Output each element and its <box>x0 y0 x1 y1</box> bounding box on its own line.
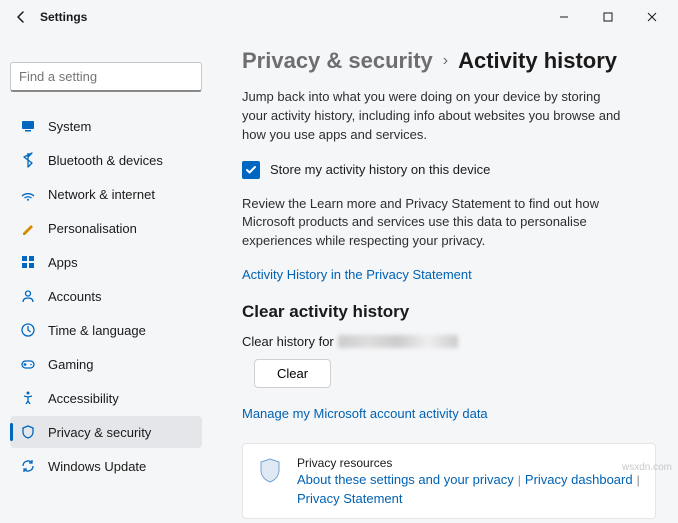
sidebar-item-label: Apps <box>48 255 78 270</box>
gaming-icon <box>20 356 36 372</box>
minimize-button[interactable] <box>542 2 586 32</box>
intro-text: Jump back into what you were doing on yo… <box>242 88 622 145</box>
search-input[interactable] <box>19 69 195 84</box>
maximize-button[interactable] <box>586 2 630 32</box>
update-icon <box>20 458 36 474</box>
sidebar-item-apps[interactable]: Apps <box>10 246 202 278</box>
accessibility-icon <box>20 390 36 406</box>
sidebar-item-accessibility[interactable]: Accessibility <box>10 382 202 414</box>
close-icon <box>647 12 657 22</box>
store-history-label: Store my activity history on this device <box>270 162 490 177</box>
store-history-checkbox[interactable] <box>242 161 260 179</box>
personalisation-icon <box>20 220 36 236</box>
privacy-resources-links: About these settings and your privacy | … <box>297 472 641 506</box>
network-icon <box>20 186 36 202</box>
system-icon <box>20 118 36 134</box>
about-settings-link[interactable]: About these settings and your privacy <box>297 472 514 487</box>
privacy-resources-body: Privacy resources About these settings a… <box>297 456 641 506</box>
bluetooth-icon <box>20 152 36 168</box>
sidebar-item-label: Time & language <box>48 323 146 338</box>
window-title: Settings <box>40 10 87 24</box>
privacy-resources-title: Privacy resources <box>297 456 641 470</box>
sidebar-item-privacy-security[interactable]: Privacy & security <box>10 416 202 448</box>
sidebar: System Bluetooth & devices Network & int… <box>0 34 212 523</box>
window-controls <box>542 2 674 32</box>
sidebar-item-personalisation[interactable]: Personalisation <box>10 212 202 244</box>
clear-button[interactable]: Clear <box>254 359 331 388</box>
sidebar-item-system[interactable]: System <box>10 110 202 142</box>
shield-icon <box>20 424 36 440</box>
sidebar-item-label: System <box>48 119 91 134</box>
sidebar-item-label: Accessibility <box>48 391 119 406</box>
review-text: Review the Learn more and Privacy Statem… <box>242 195 622 252</box>
sidebar-item-accounts[interactable]: Accounts <box>10 280 202 312</box>
titlebar-left: Settings <box>12 8 87 26</box>
breadcrumb-sep-icon: › <box>443 52 448 70</box>
clear-history-heading: Clear activity history <box>242 302 656 322</box>
privacy-dashboard-link[interactable]: Privacy dashboard <box>525 472 633 487</box>
main-content: Privacy & security › Activity history Ju… <box>212 34 678 523</box>
breadcrumb-parent[interactable]: Privacy & security <box>242 48 433 74</box>
sidebar-item-label: Gaming <box>48 357 94 372</box>
check-icon <box>245 164 257 176</box>
back-button[interactable] <box>12 8 30 26</box>
store-history-row: Store my activity history on this device <box>242 161 656 179</box>
sidebar-item-label: Bluetooth & devices <box>48 153 163 168</box>
breadcrumb: Privacy & security › Activity history <box>242 48 656 74</box>
link-sep-icon: | <box>637 473 640 487</box>
apps-icon <box>20 254 36 270</box>
sidebar-item-label: Windows Update <box>48 459 146 474</box>
sidebar-item-bluetooth[interactable]: Bluetooth & devices <box>10 144 202 176</box>
privacy-statement-card-link[interactable]: Privacy Statement <box>297 491 403 506</box>
sidebar-item-label: Privacy & security <box>48 425 151 440</box>
clear-history-line: Clear history for <box>242 334 656 349</box>
time-icon <box>20 322 36 338</box>
privacy-shield-icon <box>257 456 283 486</box>
maximize-icon <box>603 12 613 22</box>
nav-list: System Bluetooth & devices Network & int… <box>10 110 202 482</box>
sidebar-item-time-language[interactable]: Time & language <box>10 314 202 346</box>
accounts-icon <box>20 288 36 304</box>
close-button[interactable] <box>630 2 674 32</box>
sidebar-item-label: Accounts <box>48 289 101 304</box>
privacy-resources-card: Privacy resources About these settings a… <box>242 443 656 519</box>
clear-history-prefix: Clear history for <box>242 334 334 349</box>
back-arrow-icon <box>14 10 28 24</box>
sidebar-item-gaming[interactable]: Gaming <box>10 348 202 380</box>
titlebar: Settings <box>0 0 678 34</box>
sidebar-item-label: Network & internet <box>48 187 155 202</box>
account-email-redacted <box>338 335 458 348</box>
manage-account-link[interactable]: Manage my Microsoft account activity dat… <box>242 406 488 421</box>
link-sep-icon: | <box>518 473 521 487</box>
breadcrumb-current: Activity history <box>458 48 617 74</box>
watermark: wsxdn.com <box>622 462 672 473</box>
sidebar-item-network[interactable]: Network & internet <box>10 178 202 210</box>
privacy-statement-link[interactable]: Activity History in the Privacy Statemen… <box>242 267 472 282</box>
layout: System Bluetooth & devices Network & int… <box>0 34 678 523</box>
minimize-icon <box>559 12 569 22</box>
sidebar-item-windows-update[interactable]: Windows Update <box>10 450 202 482</box>
search-box[interactable] <box>10 62 202 92</box>
sidebar-item-label: Personalisation <box>48 221 137 236</box>
